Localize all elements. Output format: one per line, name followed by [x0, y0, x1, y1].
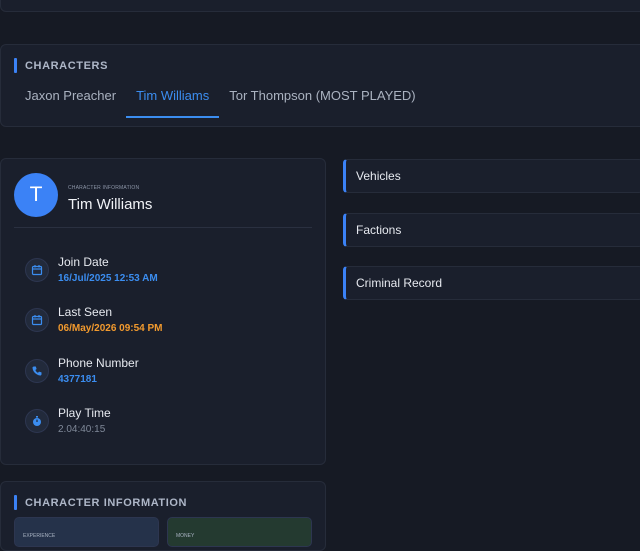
character-information-title: CHARACTER INFORMATION	[25, 496, 188, 509]
tab-tim-williams[interactable]: Tim Williams	[126, 88, 220, 118]
tab-tor-thompson[interactable]: Tor Thompson (MOST PLAYED)	[219, 88, 425, 115]
calendar-icon	[25, 257, 49, 282]
play-time-value: 2.04:40:15	[58, 424, 106, 435]
character-tabs: Jaxon Preacher Tim Williams Tor Thompson…	[25, 88, 426, 118]
criminal-record-section[interactable]: Criminal Record	[343, 266, 640, 300]
stopwatch-icon	[25, 408, 49, 433]
play-time-row: Play Time 2.04:40:15	[25, 406, 111, 435]
vehicles-section[interactable]: Vehicles	[343, 159, 640, 193]
phone-number-label: Phone Number	[58, 356, 139, 370]
join-date-row: Join Date 16/Jul/2025 12:53 AM	[25, 255, 158, 284]
last-seen-row: Last Seen 06/May/2026 09:54 PM	[25, 305, 163, 334]
factions-section[interactable]: Factions	[343, 213, 640, 247]
last-seen-value: 06/May/2026 09:54 PM	[58, 323, 163, 334]
divider	[14, 227, 312, 228]
phone-number-row: Phone Number 4377181	[25, 356, 139, 385]
join-date-value: 16/Jul/2025 12:53 AM	[58, 273, 158, 284]
experience-label: EXPERIENCE	[23, 533, 56, 539]
join-date-label: Join Date	[58, 255, 109, 269]
last-seen-label: Last Seen	[58, 305, 113, 319]
characters-title: CHARACTERS	[25, 59, 108, 72]
phone-number-value: 4377181	[58, 374, 97, 385]
calendar-icon	[25, 307, 49, 332]
character-info-caption: CHARACTER INFORMATION	[68, 185, 140, 191]
top-panel	[0, 0, 640, 12]
section-accent-bar	[14, 58, 17, 73]
phone-icon	[25, 358, 49, 383]
money-label: MONEY	[176, 533, 195, 539]
avatar: T	[14, 173, 58, 217]
characters-header: CHARACTERS	[14, 58, 108, 73]
experience-card: EXPERIENCE	[14, 517, 159, 547]
character-information-header: CHARACTER INFORMATION	[14, 495, 187, 510]
tab-jaxon-preacher[interactable]: Jaxon Preacher	[25, 88, 126, 115]
character-name: Tim Williams	[68, 196, 153, 213]
play-time-label: Play Time	[58, 406, 111, 420]
section-accent-bar	[14, 495, 17, 510]
money-card: MONEY	[167, 517, 312, 547]
